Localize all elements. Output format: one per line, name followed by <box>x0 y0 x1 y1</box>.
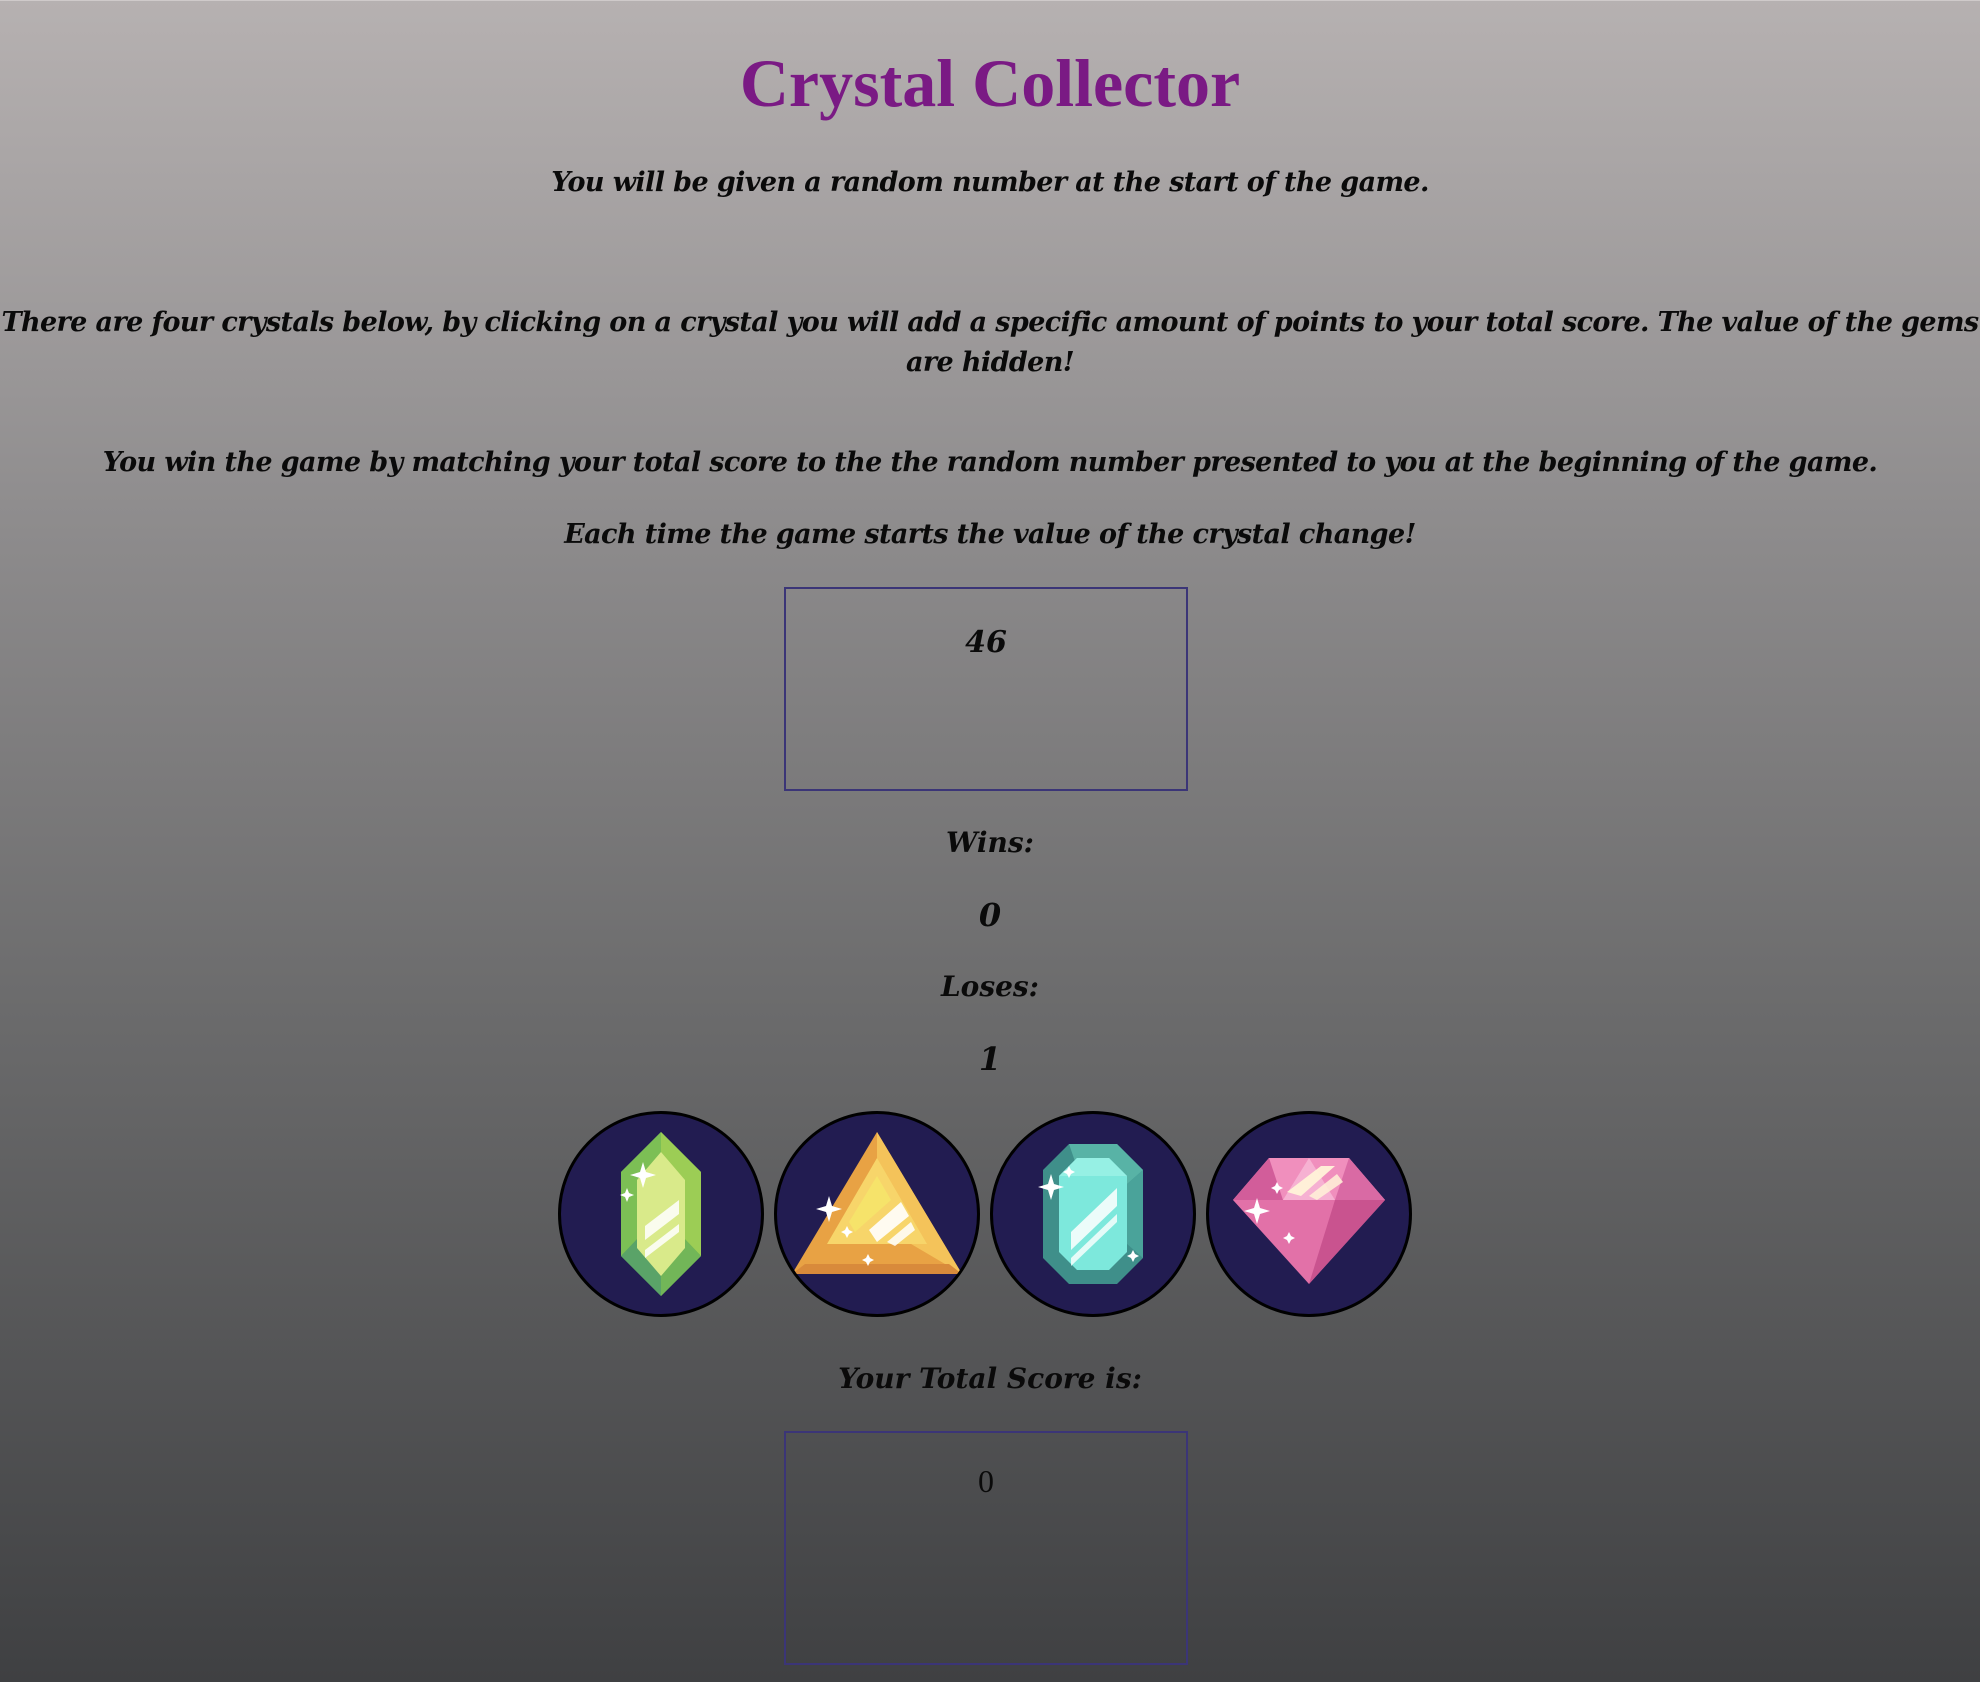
wins-label: Wins: <box>945 826 1035 859</box>
game-title: Crystal Collector <box>739 45 1241 121</box>
instruction-change: Each time the game starts the value of t… <box>564 519 1416 550</box>
orange-triangle-crystal-icon <box>792 1132 962 1274</box>
loses-count: 1 <box>978 1040 1002 1078</box>
total-score-box: 0 <box>784 1431 1188 1665</box>
total-score-label: Your Total Score is: <box>838 1362 1142 1395</box>
total-score-value: 0 <box>978 1463 994 1499</box>
instruction-crystals: There are four crystals below, by clicki… <box>1 307 1979 378</box>
instruction-win: You win the game by matching your total … <box>102 447 1878 478</box>
orange-crystal-button[interactable] <box>774 1111 980 1317</box>
target-number-box: 46 <box>784 587 1188 791</box>
green-crystal-button[interactable] <box>558 1111 764 1317</box>
pink-crystal-button[interactable] <box>1206 1111 1412 1317</box>
teal-crystal-icon <box>1038 1144 1143 1284</box>
instruction-start: You will be given a random number at the… <box>551 167 1429 198</box>
target-number: 46 <box>965 625 1007 660</box>
teal-crystal-button[interactable] <box>990 1111 1196 1317</box>
loses-label: Loses: <box>940 970 1040 1003</box>
wins-count: 0 <box>978 896 1002 934</box>
pink-diamond-icon <box>1233 1158 1385 1284</box>
green-crystal-icon <box>620 1132 701 1296</box>
